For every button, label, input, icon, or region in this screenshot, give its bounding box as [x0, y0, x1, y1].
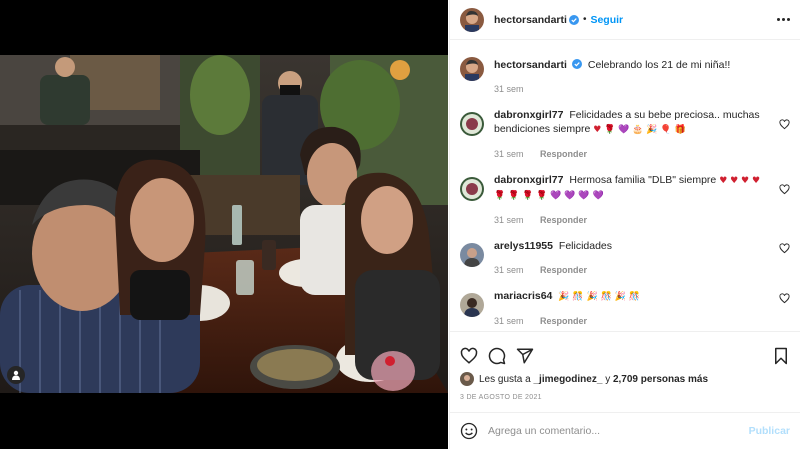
like-comment-heart-icon[interactable]: [779, 293, 790, 304]
comment-text: Hermosa familia "DLB" siempre: [569, 174, 717, 186]
comment-icon[interactable]: [488, 347, 506, 365]
like-comment-heart-icon[interactable]: [779, 184, 790, 195]
caption-text: Celebrando los 21 de mi niña!!: [587, 59, 731, 71]
comment-username[interactable]: mariacris64: [494, 290, 552, 302]
reply-button[interactable]: Responder: [540, 215, 587, 225]
caption-time[interactable]: 31 sem: [494, 84, 524, 94]
comment-username[interactable]: dabronxgirl77: [494, 109, 563, 121]
tagged-users-button[interactable]: [7, 366, 25, 384]
like-comment-heart-icon[interactable]: [779, 243, 790, 254]
bookmark-icon[interactable]: [772, 347, 790, 365]
comment-time[interactable]: 31 sem: [494, 265, 524, 275]
comment-meta: 31 sem Responder: [494, 263, 764, 277]
comment-time[interactable]: 31 sem: [494, 149, 524, 159]
commenter-avatar[interactable]: [460, 243, 484, 267]
publish-button[interactable]: Publicar: [749, 425, 790, 437]
verified-badge-icon: [568, 14, 579, 25]
post-date[interactable]: 3 DE AGOSTO DE 2021: [450, 394, 800, 401]
comment-input[interactable]: [488, 425, 749, 437]
comment-row: dabronxgirl77 Felicidades a su bebe prec…: [460, 108, 790, 161]
action-icons: [450, 332, 800, 370]
verified-badge-icon: [571, 59, 582, 69]
header-separator: •: [582, 14, 587, 25]
comment-meta: 31 sem Responder: [494, 213, 764, 227]
post-header: hectorsandarti • Seguir: [450, 0, 800, 40]
caption-username[interactable]: hectorsandarti: [494, 59, 567, 71]
more-options-icon[interactable]: [777, 18, 790, 21]
comment-emojis: 🎉 🎊 🎉 🎊 🎉 🎊: [558, 292, 640, 302]
user-tag-icon: [12, 370, 20, 380]
comment-username[interactable]: dabronxgirl77: [494, 174, 563, 186]
instagram-post-modal: hectorsandarti • Seguir hectorsandarti C…: [0, 0, 800, 449]
heart-icon[interactable]: [460, 347, 478, 365]
like-comment-heart-icon[interactable]: [779, 119, 790, 130]
emoji-icon[interactable]: [460, 422, 478, 440]
comment-text: Felicidades: [558, 240, 613, 252]
comment-time[interactable]: 31 sem: [494, 215, 524, 225]
comment-row: dabronxgirl77 Hermosa familia "DLB" siem…: [460, 173, 790, 227]
post-actions: Les gusta a _jimegodinez_ y 2,709 person…: [450, 331, 800, 401]
comment-emojis: ♥ 🌹 💜 🎂 🎉 🎈 🎁: [593, 125, 686, 135]
commenter-avatar[interactable]: [460, 293, 484, 317]
commenter-avatar[interactable]: [460, 177, 484, 201]
comment-username[interactable]: arelys11955: [494, 240, 553, 252]
likes-prefix: Les gusta a: [479, 373, 531, 385]
reply-button[interactable]: Responder: [540, 149, 587, 159]
author-avatar[interactable]: [460, 57, 484, 81]
share-icon[interactable]: [516, 347, 534, 365]
commenter-avatar[interactable]: [460, 112, 484, 136]
comment-row: arelys11955 Felicidades 31 sem Responder: [460, 239, 790, 277]
comment-row: mariacris64 🎉 🎊 🎉 🎊 🎉 🎊 31 sem Responder: [460, 289, 790, 328]
comment-time[interactable]: 31 sem: [494, 316, 524, 326]
author-avatar[interactable]: [460, 7, 484, 32]
author-username[interactable]: hectorsandarti: [494, 14, 567, 26]
reply-button[interactable]: Responder: [540, 316, 587, 326]
add-comment-bar: Publicar: [450, 412, 800, 449]
liker-username[interactable]: _jimegodinez_: [534, 374, 603, 385]
post-photo[interactable]: [0, 55, 448, 393]
post-side-panel: hectorsandarti • Seguir hectorsandarti C…: [449, 0, 800, 449]
likes-summary: Les gusta a _jimegodinez_ y 2,709 person…: [450, 370, 800, 388]
comments-list[interactable]: hectorsandarti Celebrando los 21 de mi n…: [450, 41, 800, 331]
caption-meta: 31 sem: [494, 82, 764, 96]
likes-middle: y: [605, 373, 611, 385]
comment-meta: 31 sem Responder: [494, 147, 764, 161]
caption-row: hectorsandarti Celebrando los 21 de mi n…: [460, 53, 790, 96]
post-media-area: [0, 0, 448, 449]
follow-button[interactable]: Seguir: [590, 14, 623, 26]
comment-meta: 31 sem Responder: [494, 314, 764, 328]
reply-button[interactable]: Responder: [540, 265, 587, 275]
liker-avatar[interactable]: [460, 372, 474, 386]
likes-count[interactable]: 2,709 personas más: [613, 374, 708, 385]
